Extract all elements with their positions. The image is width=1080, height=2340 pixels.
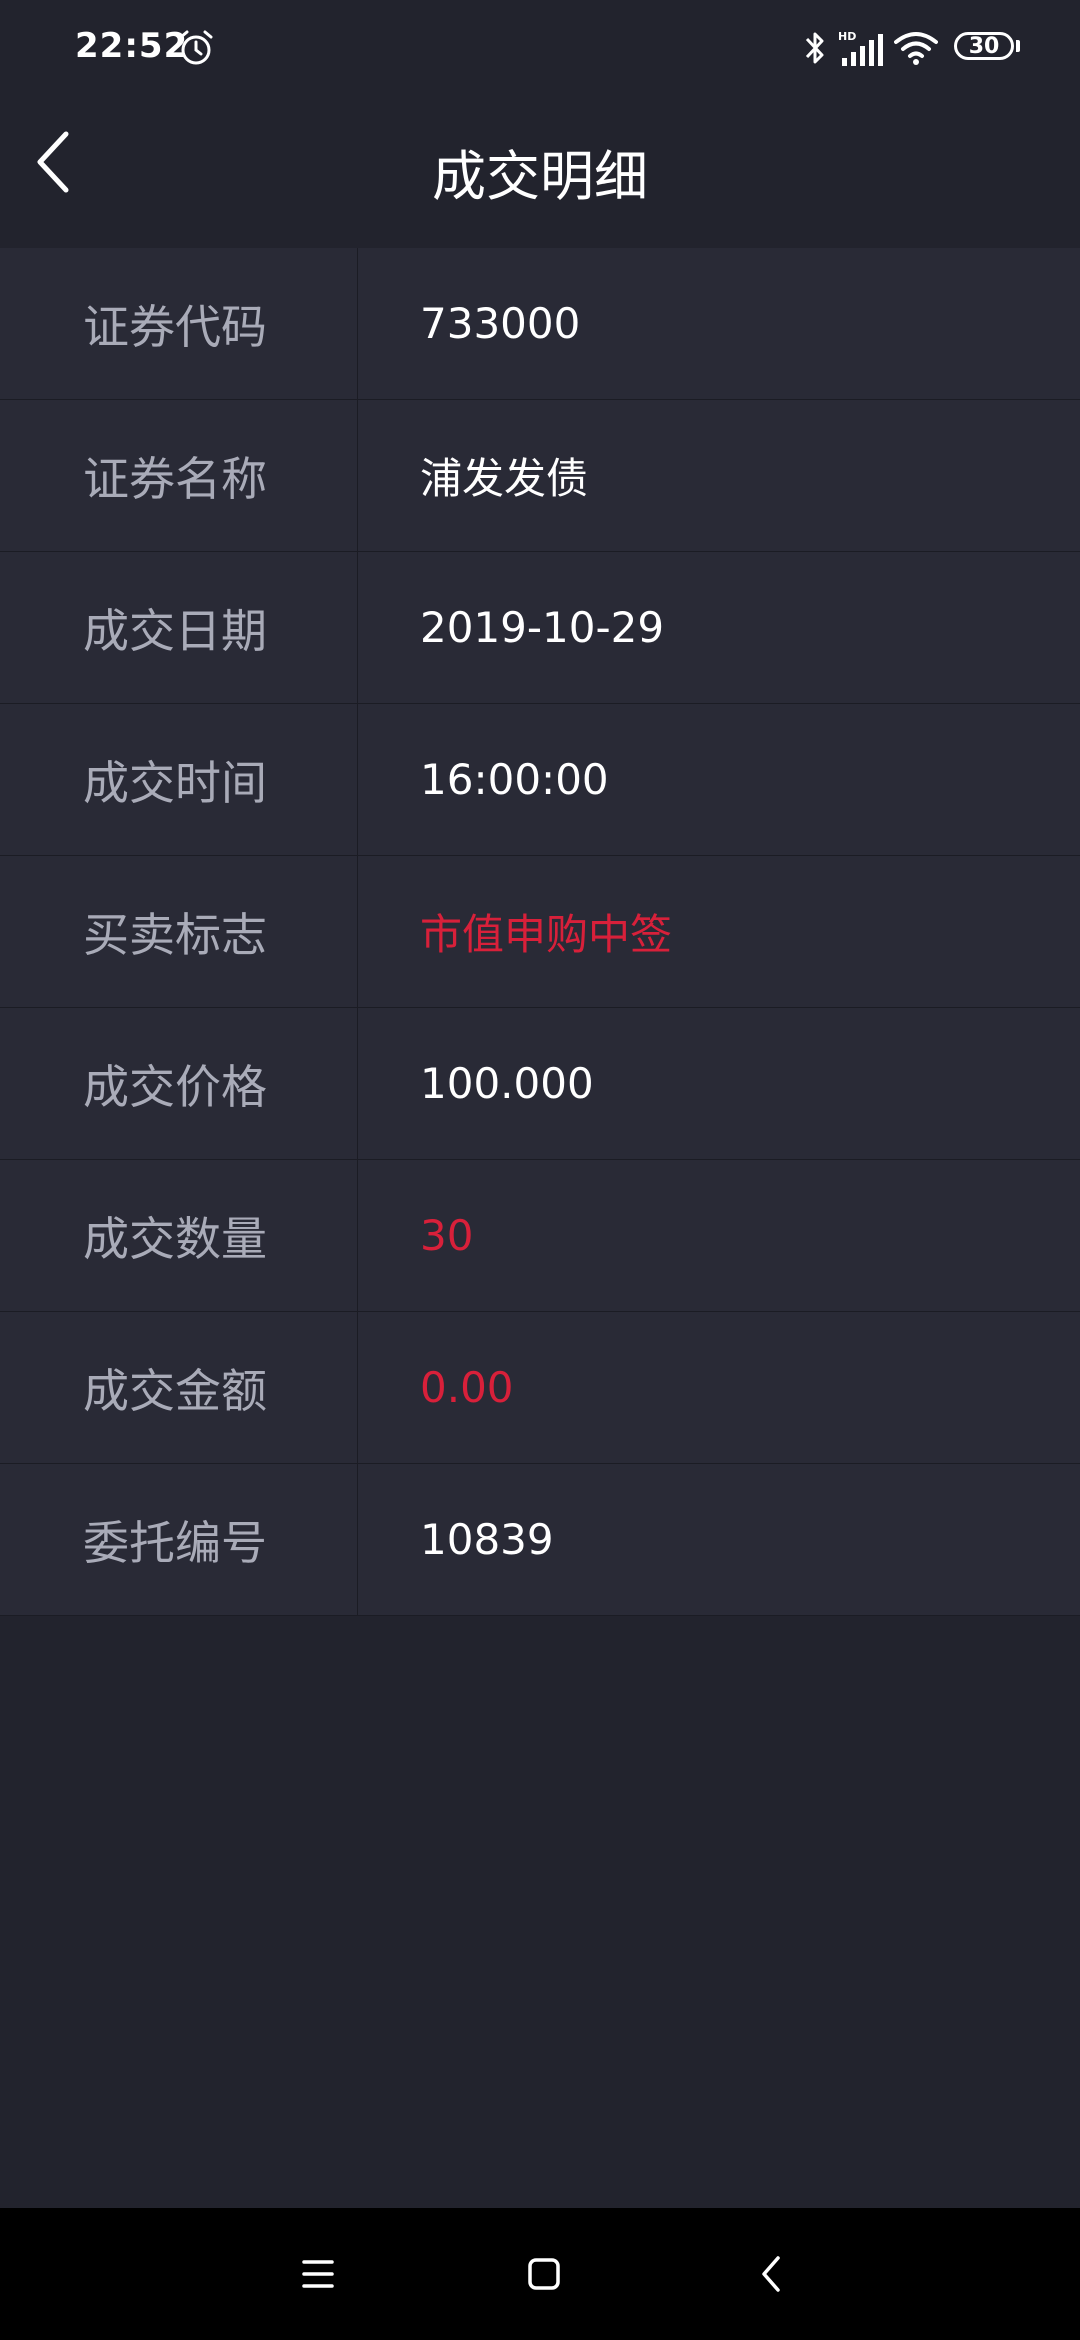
detail-value: 733000	[420, 299, 581, 348]
battery-level: 30	[968, 33, 1000, 59]
detail-row-trade-time: 成交时间 16:00:00	[0, 704, 1080, 856]
system-nav-bar	[0, 2208, 1080, 2340]
detail-value: 浦发发债	[420, 454, 589, 503]
detail-label: 成交时间	[0, 704, 358, 855]
alarm-icon	[179, 30, 213, 65]
detail-row-trade-price: 成交价格 100.000	[0, 1008, 1080, 1160]
hd-signal-icon: HD	[838, 30, 883, 66]
recent-apps-button[interactable]	[288, 2244, 348, 2304]
detail-label: 成交价格	[0, 1008, 358, 1159]
detail-value: 16:00:00	[420, 755, 609, 804]
status-bar: 22:52 HD 30	[0, 0, 1080, 96]
detail-label: 委托编号	[0, 1464, 358, 1615]
detail-label: 成交金额	[0, 1312, 358, 1463]
detail-row-security-name: 证券名称 浦发发债	[0, 400, 1080, 552]
battery-tip	[1016, 40, 1020, 52]
detail-value: 100.000	[420, 1059, 594, 1108]
battery-icon: 30	[954, 32, 1014, 60]
home-button[interactable]	[514, 2244, 574, 2304]
header: 成交明细	[0, 96, 1080, 248]
svg-text:HD: HD	[838, 30, 856, 43]
detail-label: 成交日期	[0, 552, 358, 703]
detail-value: 2019-10-29	[420, 603, 665, 652]
home-square-icon	[528, 2258, 560, 2290]
status-time: 22:52	[75, 26, 189, 66]
bluetooth-icon	[805, 32, 824, 64]
detail-label: 买卖标志	[0, 856, 358, 1007]
page-title: 成交明细	[432, 145, 648, 208]
detail-row-security-code: 证券代码 733000	[0, 248, 1080, 400]
detail-value: 30	[420, 1211, 474, 1260]
detail-value: 10839	[420, 1515, 554, 1564]
detail-value: 0.00	[420, 1363, 514, 1412]
back-chevron-icon	[762, 2256, 780, 2292]
detail-row-trade-amount: 成交金额 0.00	[0, 1312, 1080, 1464]
detail-label: 成交数量	[0, 1160, 358, 1311]
wifi-icon	[894, 32, 938, 65]
screen: 22:52 HD 30 成交明细 证券代码 733000 证券名称 浦发发债 成…	[0, 0, 1080, 2340]
menu-icon	[302, 2260, 334, 2288]
trade-details-table: 证券代码 733000 证券名称 浦发发债 成交日期 2019-10-29 成交…	[0, 248, 1080, 1616]
system-back-button[interactable]	[742, 2244, 802, 2304]
detail-row-order-number: 委托编号 10839	[0, 1464, 1080, 1616]
detail-row-trade-quantity: 成交数量 30	[0, 1160, 1080, 1312]
detail-label: 证券代码	[0, 248, 358, 399]
detail-row-trade-flag: 买卖标志 市值申购中签	[0, 856, 1080, 1008]
detail-row-trade-date: 成交日期 2019-10-29	[0, 552, 1080, 704]
detail-label: 证券名称	[0, 400, 358, 551]
detail-value: 市值申购中签	[420, 910, 673, 959]
